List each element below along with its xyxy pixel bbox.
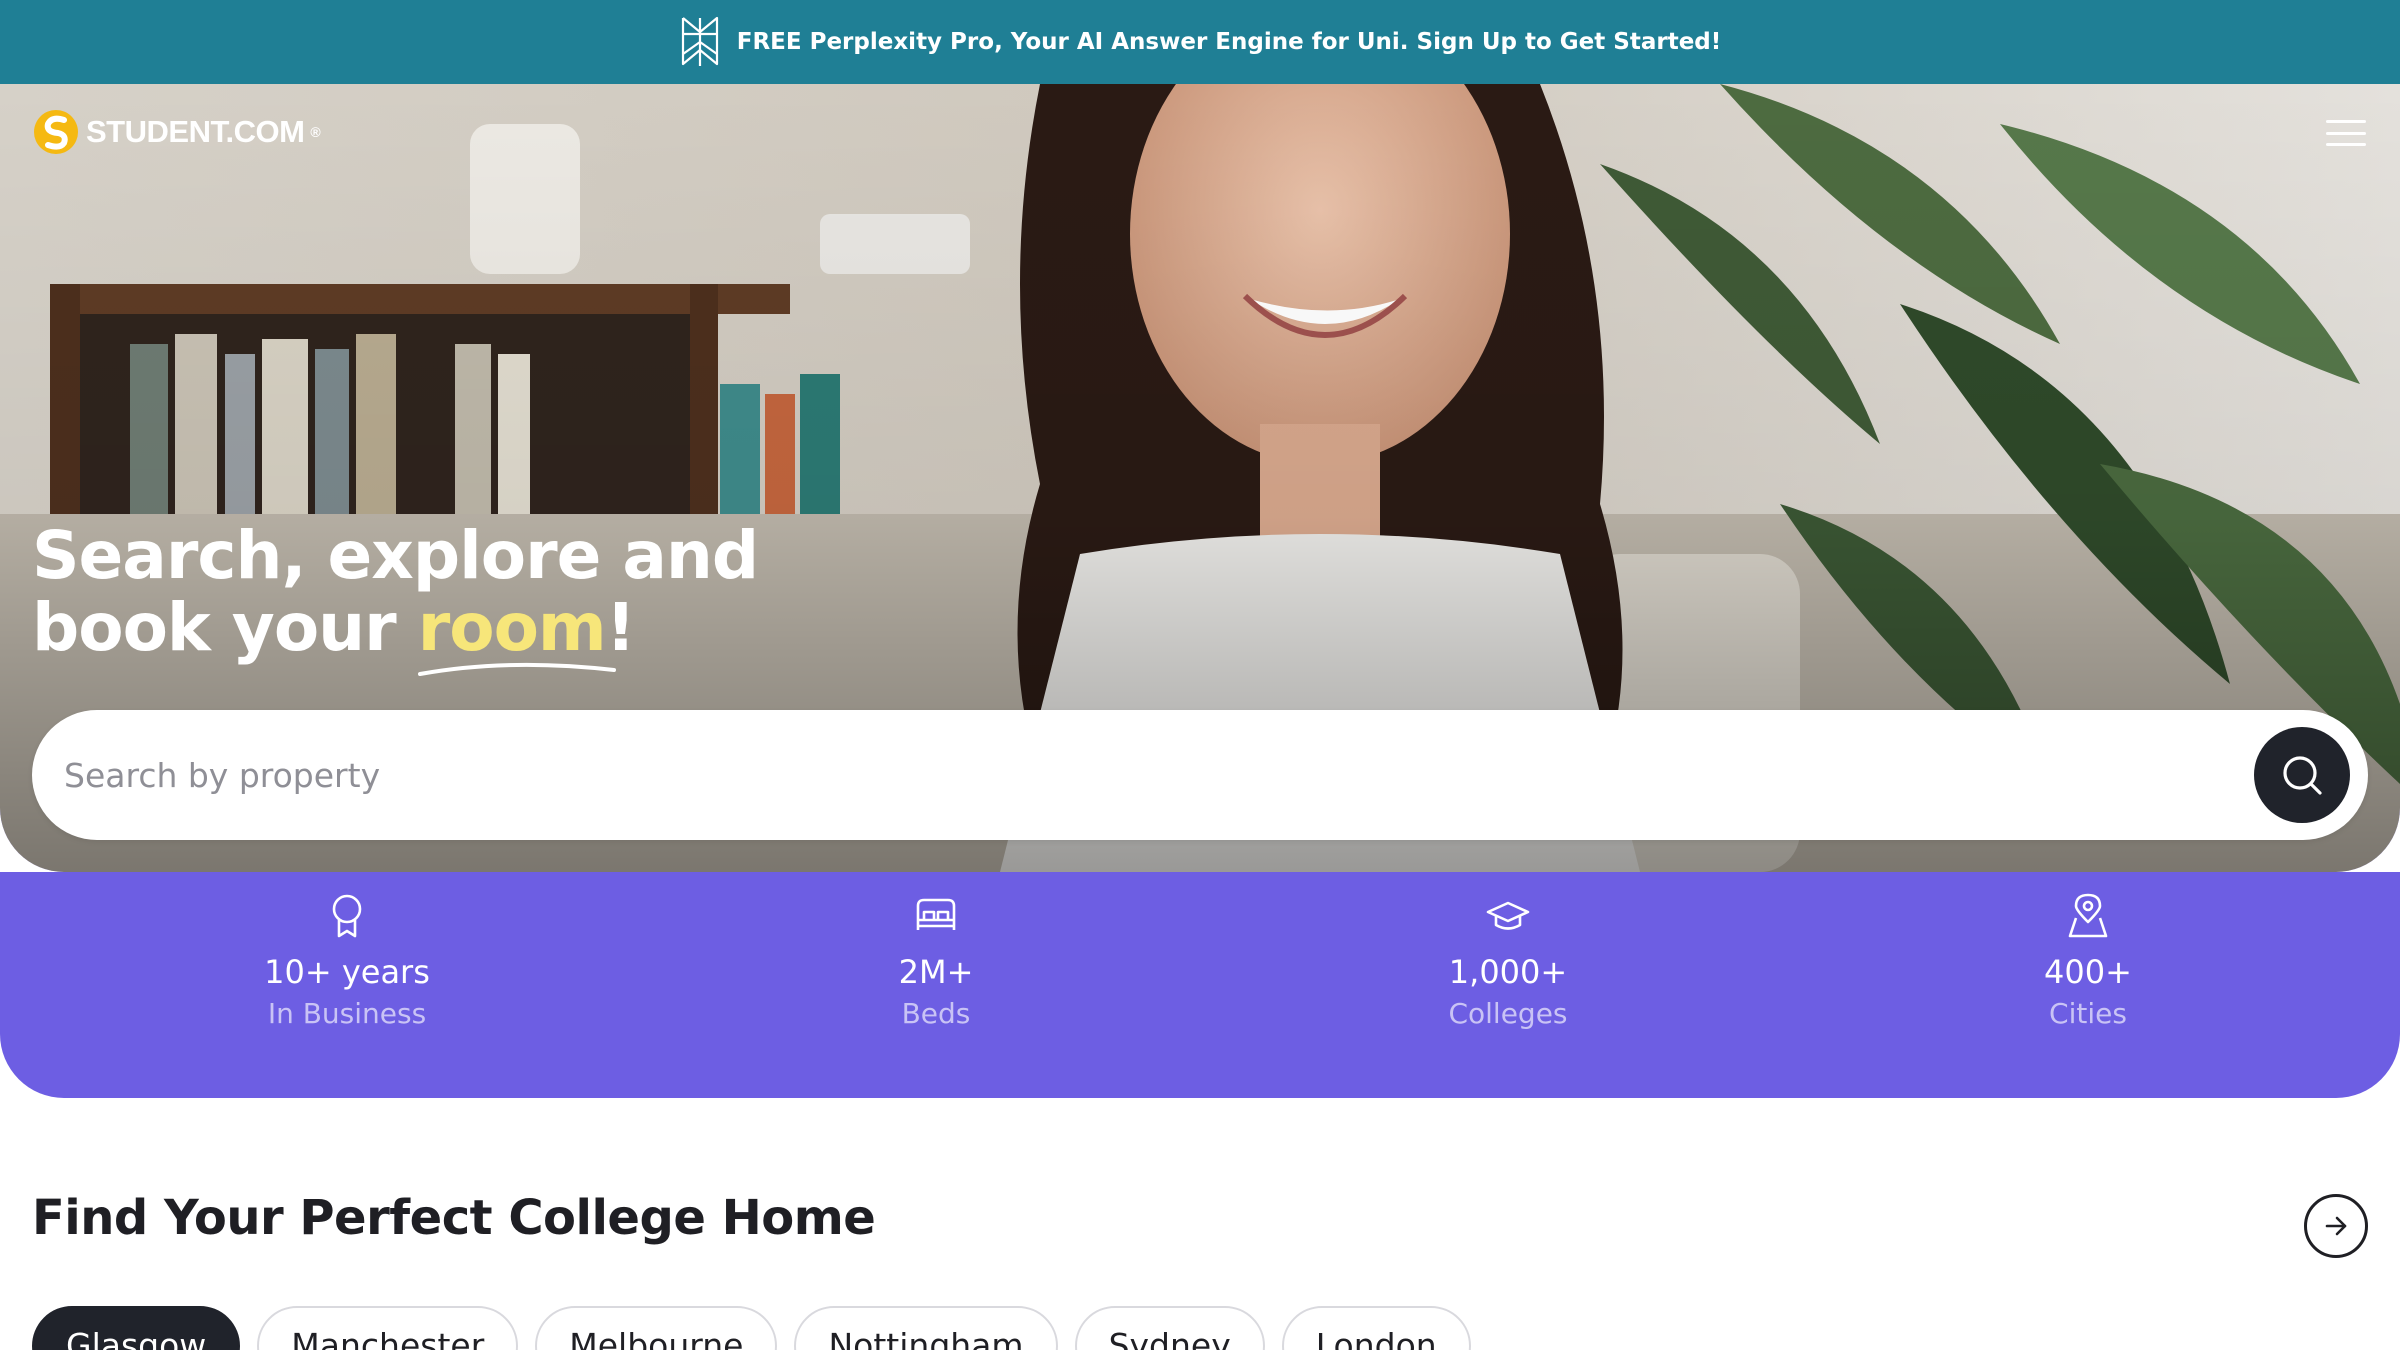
hero-headline: Search, explore and book your room! xyxy=(32,517,759,676)
search-icon xyxy=(2283,756,2322,795)
stat-value: 2M+ xyxy=(898,953,974,991)
stat-value: 10+ years xyxy=(264,953,430,991)
headline-line2-prefix: book your xyxy=(32,589,418,666)
headline-suffix: ! xyxy=(605,589,636,666)
city-tab-nottingham[interactable]: Nottingham xyxy=(794,1306,1058,1350)
stat-beds: 2M+ Beds xyxy=(756,892,1116,1036)
menu-line xyxy=(2326,120,2366,123)
city-tab-sydney[interactable]: Sydney xyxy=(1074,1306,1265,1350)
menu-line xyxy=(2326,131,2366,135)
hamburger-icon[interactable] xyxy=(2326,120,2366,146)
arrow-right-button[interactable] xyxy=(2304,1194,2368,1258)
section-title: Find Your Perfect College Home xyxy=(32,1190,876,1246)
location-pin-icon xyxy=(2068,893,2108,938)
stat-value: 400+ xyxy=(2044,953,2132,991)
stat-label: Beds xyxy=(901,997,971,1030)
menu-line xyxy=(2326,143,2366,146)
promo-banner[interactable]: FREE Perplexity Pro, Your AI Answer Engi… xyxy=(0,0,2400,84)
arrow-right-icon xyxy=(2325,1216,2347,1236)
city-tabs: Glasgow Manchester Melbourne Nottingham … xyxy=(32,1306,1471,1350)
graduation-cap-icon xyxy=(1486,901,1530,930)
student-logo[interactable]: STUDENT.COM ® xyxy=(32,106,321,158)
city-tab-manchester[interactable]: Manchester xyxy=(257,1306,519,1350)
promo-text: FREE Perplexity Pro, Your AI Answer Engi… xyxy=(736,29,1722,55)
search-bar xyxy=(32,710,2368,840)
city-tab-melbourne[interactable]: Melbourne xyxy=(535,1306,778,1350)
stat-value: 1,000+ xyxy=(1448,953,1568,991)
logo-text: STUDENT.COM xyxy=(86,114,305,149)
headline-line1: Search, explore and xyxy=(32,517,759,594)
headline-accent: room xyxy=(417,589,607,666)
underline-swash-icon xyxy=(417,662,616,676)
stat-colleges: 1,000+ Colleges xyxy=(1328,892,1688,1036)
stat-label: In Business xyxy=(267,997,427,1030)
search-input[interactable] xyxy=(64,755,2254,795)
stat-years: 10+ years In Business xyxy=(167,892,527,1036)
award-icon xyxy=(332,894,362,938)
stats-band: 10+ years In Business 2M+ Beds 1,000+ Co… xyxy=(0,872,2400,1098)
headline-accent-wrap: room xyxy=(417,589,616,676)
city-tab-glasgow[interactable]: Glasgow xyxy=(32,1306,241,1350)
logo-registered-mark: ® xyxy=(310,124,321,140)
city-tab-london[interactable]: London xyxy=(1281,1306,1471,1350)
perplexity-icon xyxy=(681,16,718,66)
logo-s-icon xyxy=(34,110,78,154)
stat-label: Cities xyxy=(2049,997,2127,1030)
search-button[interactable] xyxy=(2254,727,2350,823)
stat-cities: 400+ Cities xyxy=(1908,892,2268,1036)
stat-label: Colleges xyxy=(1448,997,1568,1030)
bed-icon xyxy=(916,898,956,930)
